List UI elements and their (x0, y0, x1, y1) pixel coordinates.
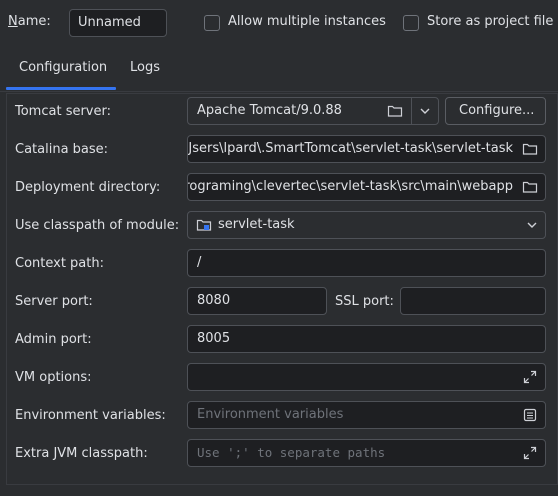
folder-icon[interactable] (522, 180, 538, 194)
folder-icon[interactable] (387, 104, 403, 118)
admin-port-field[interactable]: 8005 (187, 325, 546, 353)
ssl-port-label: SSL port: (335, 294, 394, 309)
context-path-label: Context path: (15, 256, 104, 271)
extra-jvm-classpath-placeholder: Use ';' to separate paths (197, 445, 386, 460)
context-path-field[interactable]: / (187, 249, 546, 277)
name-label-mnemonic: N (8, 14, 18, 29)
classpath-module-label: Use classpath of module: (15, 218, 180, 233)
allow-multiple-instances-label[interactable]: Allow multiple instances (228, 14, 386, 29)
store-as-project-file-checkbox[interactable] (403, 15, 419, 31)
run-configuration-dialog: Name: Unnamed Allow multiple instances S… (0, 0, 558, 496)
store-as-project-file-label[interactable]: Store as project file (427, 14, 553, 29)
expand-icon[interactable] (523, 446, 537, 460)
catalina-base-field[interactable]: Jsers\lpard\.SmartTomcat\servlet-task\se… (187, 135, 546, 163)
catalina-base-label: Catalina base: (15, 142, 109, 157)
configure-button[interactable]: Configure... (445, 97, 546, 125)
tomcat-server-value: Apache Tomcat/9.0.88 (197, 103, 342, 118)
deployment-directory-value: rograming\clevertec\servlet-task\src\mai… (187, 179, 513, 194)
combo-separator (411, 97, 412, 125)
admin-port-label: Admin port: (15, 332, 92, 347)
allow-multiple-instances-checkbox[interactable] (204, 15, 220, 31)
chevron-down-icon[interactable] (419, 106, 431, 116)
name-input[interactable]: Unnamed (69, 9, 167, 37)
folder-icon[interactable] (522, 142, 538, 156)
name-label-text: ame: (17, 14, 51, 29)
ssl-port-field[interactable] (400, 287, 546, 315)
server-port-field[interactable]: 8080 (187, 287, 327, 315)
server-port-label: Server port: (15, 294, 93, 309)
list-icon[interactable] (523, 408, 537, 422)
tomcat-server-label: Tomcat server: (15, 104, 111, 119)
selected-tab-indicator (6, 87, 116, 90)
name-row: Name: Unnamed Allow multiple instances S… (0, 8, 558, 38)
chevron-down-icon[interactable] (526, 220, 538, 230)
deployment-directory-field[interactable]: rograming\clevertec\servlet-task\src\mai… (187, 173, 546, 201)
classpath-module-value: servlet-task (218, 217, 295, 232)
vm-options-label: VM options: (15, 370, 92, 385)
extra-jvm-classpath-label: Extra JVM classpath: (15, 446, 148, 461)
expand-icon[interactable] (523, 370, 537, 384)
classpath-module-combo[interactable]: servlet-task (187, 211, 546, 239)
environment-variables-placeholder: Environment variables (197, 407, 344, 422)
vm-options-field[interactable] (187, 363, 546, 391)
name-label: Name: (8, 14, 51, 29)
environment-variables-field[interactable]: Environment variables (187, 401, 546, 429)
deployment-directory-label: Deployment directory: (15, 180, 161, 195)
tab-logs[interactable]: Logs (130, 60, 160, 75)
extra-jvm-classpath-field[interactable]: Use ';' to separate paths (187, 439, 546, 467)
module-folder-icon (196, 219, 212, 231)
tab-configuration[interactable]: Configuration (19, 60, 107, 75)
tab-bar: Configuration Logs (0, 48, 558, 92)
environment-variables-label: Environment variables: (15, 408, 166, 423)
catalina-base-value: Jsers\lpard\.SmartTomcat\servlet-task\se… (188, 141, 513, 156)
